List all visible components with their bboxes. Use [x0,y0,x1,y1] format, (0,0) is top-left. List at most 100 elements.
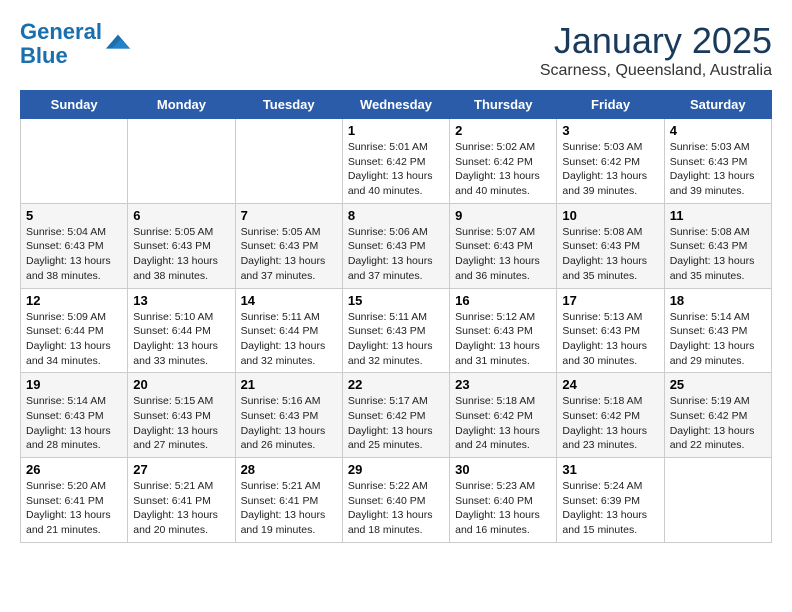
day-number: 6 [133,208,229,223]
day-info: Sunrise: 5:23 AMSunset: 6:40 PMDaylight:… [455,479,551,538]
day-number: 28 [241,462,337,477]
day-info: Sunrise: 5:11 AMSunset: 6:43 PMDaylight:… [348,310,444,369]
day-cell: 11 Sunrise: 5:08 AMSunset: 6:43 PMDayligh… [664,203,771,288]
day-info: Sunrise: 5:16 AMSunset: 6:43 PMDaylight:… [241,394,337,453]
day-number: 26 [26,462,122,477]
day-number: 29 [348,462,444,477]
day-cell: 14 Sunrise: 5:11 AMSunset: 6:44 PMDayligh… [235,288,342,373]
day-number: 12 [26,293,122,308]
day-cell: 27 Sunrise: 5:21 AMSunset: 6:41 PMDayligh… [128,458,235,543]
day-info: Sunrise: 5:02 AMSunset: 6:42 PMDaylight:… [455,140,551,199]
day-info: Sunrise: 5:03 AMSunset: 6:42 PMDaylight:… [562,140,658,199]
day-info: Sunrise: 5:07 AMSunset: 6:43 PMDaylight:… [455,225,551,284]
day-number: 11 [670,208,766,223]
day-info: Sunrise: 5:01 AMSunset: 6:42 PMDaylight:… [348,140,444,199]
day-info: Sunrise: 5:20 AMSunset: 6:41 PMDaylight:… [26,479,122,538]
day-cell: 7Sunrise: 5:05 AMSunset: 6:43 PMDaylight… [235,203,342,288]
day-number: 27 [133,462,229,477]
day-number: 9 [455,208,551,223]
day-info: Sunrise: 5:06 AMSunset: 6:43 PMDaylight:… [348,225,444,284]
day-cell: 20 Sunrise: 5:15 AMSunset: 6:43 PMDayligh… [128,373,235,458]
logo-icon [104,30,132,58]
day-cell: 9 Sunrise: 5:07 AMSunset: 6:43 PMDaylight… [450,203,557,288]
day-info: Sunrise: 5:05 AMSunset: 6:43 PMDaylight:… [241,225,337,284]
day-number: 4 [670,123,766,138]
title-block: January 2025 Scarness, Queensland, Austr… [540,20,772,80]
day-info: Sunrise: 5:18 AMSunset: 6:42 PMDaylight:… [562,394,658,453]
day-info: Sunrise: 5:21 AMSunset: 6:41 PMDaylight:… [133,479,229,538]
day-cell: 16Sunrise: 5:12 AMSunset: 6:43 PMDayligh… [450,288,557,373]
day-info: Sunrise: 5:03 AMSunset: 6:43 PMDaylight:… [670,140,766,199]
day-info: Sunrise: 5:14 AMSunset: 6:43 PMDaylight:… [670,310,766,369]
day-info: Sunrise: 5:24 AMSunset: 6:39 PMDaylight:… [562,479,658,538]
day-number: 10 [562,208,658,223]
header-row: SundayMondayTuesdayWednesdayThursdayFrid… [21,91,772,119]
day-info: Sunrise: 5:15 AMSunset: 6:43 PMDaylight:… [133,394,229,453]
day-info: Sunrise: 5:22 AMSunset: 6:40 PMDaylight:… [348,479,444,538]
day-info: Sunrise: 5:17 AMSunset: 6:42 PMDaylight:… [348,394,444,453]
header-day-friday: Friday [557,91,664,119]
header-day-saturday: Saturday [664,91,771,119]
day-number: 5 [26,208,122,223]
day-info: Sunrise: 5:18 AMSunset: 6:42 PMDaylight:… [455,394,551,453]
day-info: Sunrise: 5:04 AMSunset: 6:43 PMDaylight:… [26,225,122,284]
day-cell: 22 Sunrise: 5:17 AMSunset: 6:42 PMDayligh… [342,373,449,458]
day-info: Sunrise: 5:05 AMSunset: 6:43 PMDaylight:… [133,225,229,284]
day-number: 25 [670,377,766,392]
day-number: 17 [562,293,658,308]
day-info: Sunrise: 5:11 AMSunset: 6:44 PMDaylight:… [241,310,337,369]
day-cell: 29 Sunrise: 5:22 AMSunset: 6:40 PMDayligh… [342,458,449,543]
day-cell: 17 Sunrise: 5:13 AMSunset: 6:43 PMDayligh… [557,288,664,373]
day-info: Sunrise: 5:14 AMSunset: 6:43 PMDaylight:… [26,394,122,453]
week-row-5: 26 Sunrise: 5:20 AMSunset: 6:41 PMDayligh… [21,458,772,543]
day-number: 18 [670,293,766,308]
day-cell: 5 Sunrise: 5:04 AMSunset: 6:43 PMDaylight… [21,203,128,288]
logo: General Blue [20,20,132,68]
day-cell: 8 Sunrise: 5:06 AMSunset: 6:43 PMDaylight… [342,203,449,288]
day-cell: 30 Sunrise: 5:23 AMSunset: 6:40 PMDayligh… [450,458,557,543]
day-info: Sunrise: 5:08 AMSunset: 6:43 PMDaylight:… [670,225,766,284]
month-title: January 2025 [540,20,772,62]
day-cell: 24Sunrise: 5:18 AMSunset: 6:42 PMDayligh… [557,373,664,458]
day-number: 2 [455,123,551,138]
day-info: Sunrise: 5:13 AMSunset: 6:43 PMDaylight:… [562,310,658,369]
day-cell: 1 Sunrise: 5:01 AMSunset: 6:42 PMDaylight… [342,119,449,204]
day-cell: 26 Sunrise: 5:20 AMSunset: 6:41 PMDayligh… [21,458,128,543]
day-number: 30 [455,462,551,477]
calendar-table: SundayMondayTuesdayWednesdayThursdayFrid… [20,90,772,543]
day-cell: 28 Sunrise: 5:21 AMSunset: 6:41 PMDayligh… [235,458,342,543]
day-cell: 13Sunrise: 5:10 AMSunset: 6:44 PMDayligh… [128,288,235,373]
day-number: 31 [562,462,658,477]
logo-text: General Blue [20,20,102,68]
day-info: Sunrise: 5:21 AMSunset: 6:41 PMDaylight:… [241,479,337,538]
week-row-4: 19Sunrise: 5:14 AMSunset: 6:43 PMDayligh… [21,373,772,458]
day-number: 1 [348,123,444,138]
day-cell: 10 Sunrise: 5:08 AMSunset: 6:43 PMDayligh… [557,203,664,288]
day-cell [21,119,128,204]
day-number: 20 [133,377,229,392]
week-row-3: 12 Sunrise: 5:09 AMSunset: 6:44 PMDayligh… [21,288,772,373]
day-cell: 25 Sunrise: 5:19 AMSunset: 6:42 PMDayligh… [664,373,771,458]
header-day-wednesday: Wednesday [342,91,449,119]
day-number: 22 [348,377,444,392]
day-info: Sunrise: 5:08 AMSunset: 6:43 PMDaylight:… [562,225,658,284]
day-number: 8 [348,208,444,223]
day-info: Sunrise: 5:09 AMSunset: 6:44 PMDaylight:… [26,310,122,369]
day-info: Sunrise: 5:19 AMSunset: 6:42 PMDaylight:… [670,394,766,453]
day-cell: 31 Sunrise: 5:24 AMSunset: 6:39 PMDayligh… [557,458,664,543]
day-cell: 3Sunrise: 5:03 AMSunset: 6:42 PMDaylight… [557,119,664,204]
day-number: 14 [241,293,337,308]
day-cell: 23 Sunrise: 5:18 AMSunset: 6:42 PMDayligh… [450,373,557,458]
day-cell: 19Sunrise: 5:14 AMSunset: 6:43 PMDayligh… [21,373,128,458]
day-info: Sunrise: 5:12 AMSunset: 6:43 PMDaylight:… [455,310,551,369]
day-cell: 6 Sunrise: 5:05 AMSunset: 6:43 PMDaylight… [128,203,235,288]
page-header: General Blue January 2025 Scarness, Quee… [20,20,772,80]
day-number: 13 [133,293,229,308]
day-cell: 21Sunrise: 5:16 AMSunset: 6:43 PMDayligh… [235,373,342,458]
day-cell: 18 Sunrise: 5:14 AMSunset: 6:43 PMDayligh… [664,288,771,373]
day-number: 15 [348,293,444,308]
week-row-1: 1 Sunrise: 5:01 AMSunset: 6:42 PMDaylight… [21,119,772,204]
day-number: 23 [455,377,551,392]
subtitle: Scarness, Queensland, Australia [540,62,772,80]
day-cell [664,458,771,543]
